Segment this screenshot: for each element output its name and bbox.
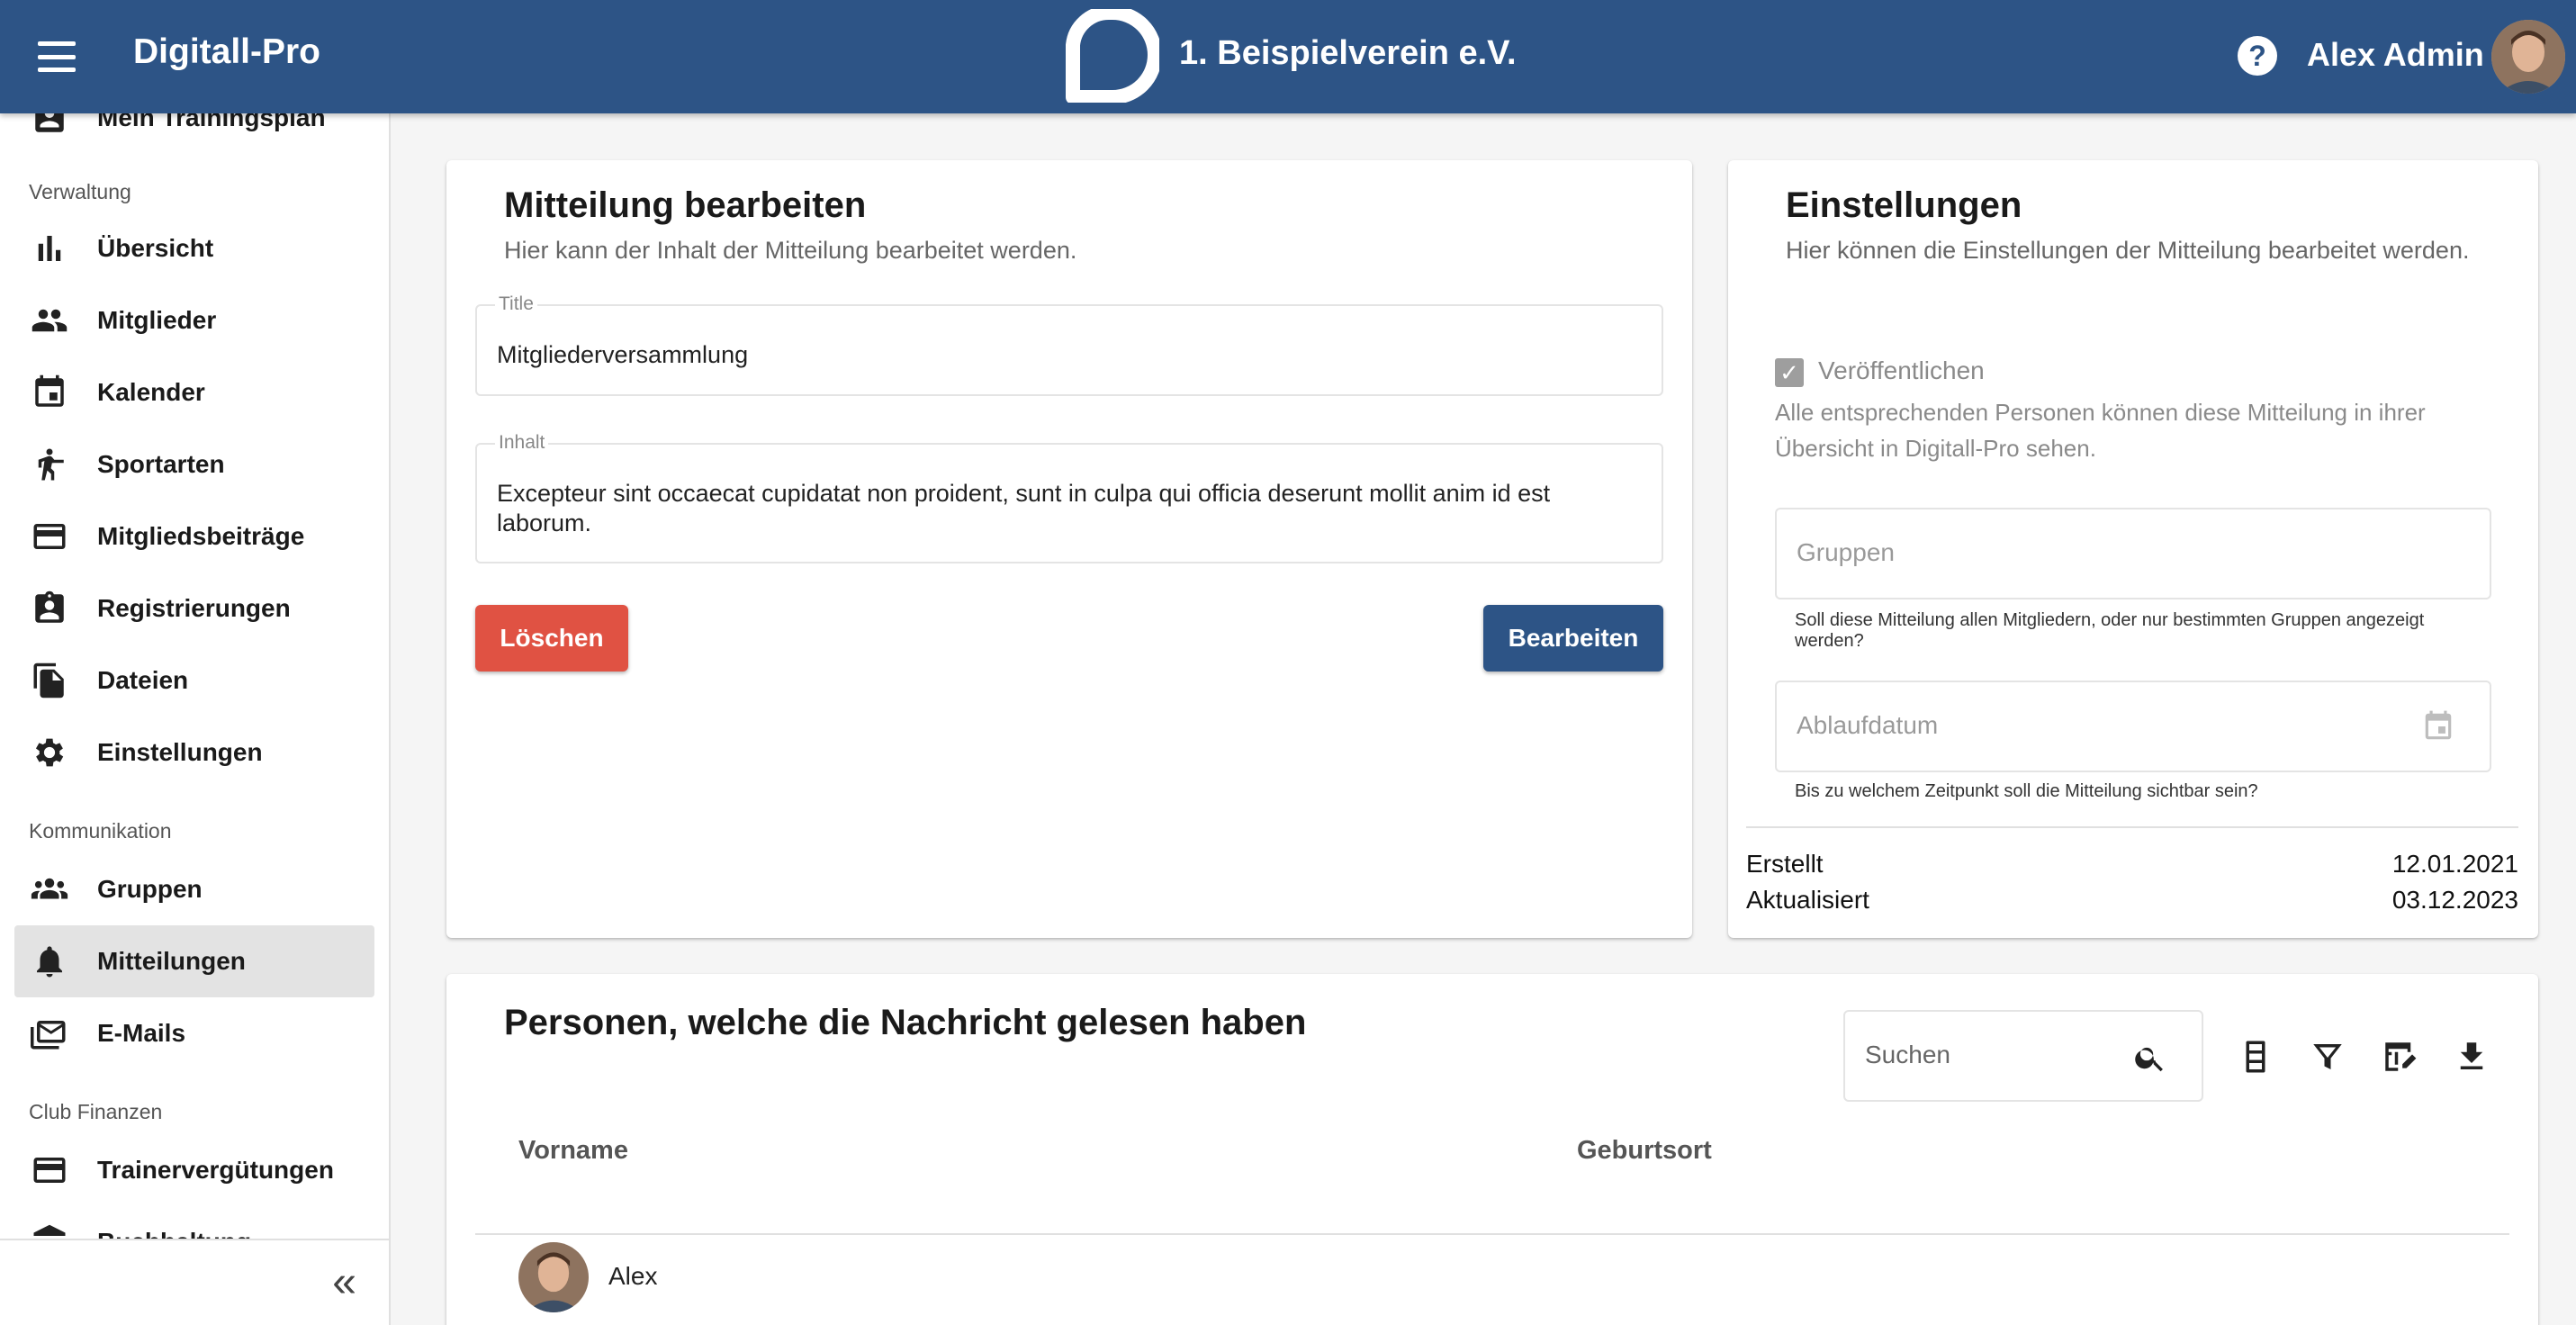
settings-card: Einstellungen Hier können die Einstellun… (1728, 160, 2538, 938)
sidebar-item-dateien[interactable]: Dateien (14, 644, 374, 717)
updated-label: Aktualisiert (1746, 886, 1869, 914)
expiry-date-field[interactable]: Ablaufdatum (1775, 681, 2491, 772)
collapse-sidebar-icon[interactable]: « (332, 1260, 356, 1305)
expiry-helper-text: Bis zu welchem Zeitpunkt soll die Mittei… (1795, 781, 2258, 801)
sidebar-item-einstellungen[interactable]: Einstellungen (14, 717, 374, 789)
updated-value: 03.12.2023 (2391, 886, 2518, 914)
sidebar-item-emails[interactable]: E-Mails (14, 997, 374, 1069)
edit-message-card: Mitteilung bearbeiten Hier kann der Inha… (446, 160, 1692, 938)
sidebar-item-gruppen[interactable]: Gruppen (14, 853, 374, 925)
people-icon (31, 302, 68, 339)
app-bar: Digitall-Pro 1. Beispielverein e.V. ? Al… (0, 0, 2576, 113)
groups-select[interactable]: Gruppen (1775, 508, 2491, 599)
help-icon[interactable]: ? (2238, 36, 2277, 76)
sidebar-item-label: Dateien (97, 666, 189, 694)
sidebar-item-mitglieder[interactable]: Mitglieder (14, 284, 374, 356)
user-avatar[interactable] (2491, 20, 2565, 94)
card-subtitle: Hier kann der Inhalt der Mitteilung bear… (504, 237, 1077, 264)
created-row: Erstellt 12.01.2021 (1746, 850, 2518, 879)
content-field[interactable]: Inhalt Excepteur sint occaecat cupidatat… (475, 432, 1663, 563)
user-name[interactable]: Alex Admin (2307, 36, 2484, 74)
publish-label[interactable]: Veröffentlichen (1818, 356, 1985, 385)
sidebar-item-label: Gruppen (97, 875, 203, 903)
readers-card: Personen, welche die Nachricht gelesen h… (446, 974, 2538, 1325)
groups-helper-text: Soll diese Mitteilung allen Mitgliedern,… (1795, 610, 2425, 651)
calendar-icon (31, 374, 68, 411)
search-field[interactable]: Suchen (1843, 1010, 2203, 1102)
sidebar-item-label: Registrierungen (97, 594, 291, 622)
sidebar-item-uebersicht[interactable]: Übersicht (14, 212, 374, 284)
sidebar-item-label: Mein Trainingsplan (97, 113, 326, 131)
publish-description: Alle entsprechenden Personen können dies… (1775, 399, 2426, 462)
content-textarea[interactable]: Excepteur sint occaecat cupidatat non pr… (497, 479, 1642, 538)
card-title: Einstellungen (1786, 185, 2022, 225)
card-subtitle: Hier können die Einstellungen der Mittei… (1786, 237, 2470, 264)
app-title[interactable]: Digitall-Pro (133, 32, 320, 72)
assignment-ind-icon (31, 590, 68, 627)
column-header-vorname[interactable]: Vorname (518, 1136, 628, 1166)
updated-row: Aktualisiert 03.12.2023 (1746, 886, 2518, 915)
sidebar-item-mitgliedsbeitraege[interactable]: Mitgliedsbeiträge (14, 500, 374, 572)
sidebar-item-label: Übersicht (97, 234, 214, 262)
created-label: Erstellt (1746, 850, 1824, 878)
person-running-icon (31, 446, 68, 483)
expiry-placeholder: Ablaufdatum (1797, 711, 1939, 739)
groups-placeholder: Gruppen (1797, 538, 1895, 566)
table-row[interactable]: Alex (518, 1240, 2499, 1318)
title-input[interactable]: Mitgliederversammlung (497, 340, 748, 370)
card-title: Personen, welche die Nachricht gelesen h… (504, 1003, 1307, 1042)
sidebar-item-kalender[interactable]: Kalender (14, 356, 374, 428)
file-copy-icon (31, 662, 68, 699)
title-field[interactable]: Title Mitgliederversammlung (475, 293, 1663, 396)
calendar-icon[interactable] (2421, 709, 2455, 744)
filter-icon[interactable] (2306, 1035, 2349, 1078)
field-label: Title (495, 293, 537, 315)
avatar (518, 1242, 589, 1312)
sidebar-item-trainingsplan[interactable]: Mein Trainingsplan (14, 113, 374, 149)
search-input[interactable]: Suchen (1865, 1041, 1950, 1069)
card-title: Mitteilung bearbeiten (504, 185, 867, 225)
sidebar-item-label: Mitteilungen (97, 947, 246, 975)
mail-icon (31, 1014, 68, 1052)
download-icon[interactable] (2450, 1035, 2493, 1078)
sidebar-item-mitteilungen[interactable]: Mitteilungen (14, 925, 374, 997)
bell-icon (31, 942, 68, 980)
sidebar-item-label: Einstellungen (97, 738, 263, 766)
table-divider (475, 1233, 2509, 1235)
cell-first-name: Alex (608, 1262, 658, 1290)
sidebar: Mein Trainingsplan Verwaltung Übersicht … (0, 113, 391, 1325)
sidebar-item-registrierungen[interactable]: Registrierungen (14, 572, 374, 644)
publish-checkbox[interactable]: ✓ (1775, 358, 1804, 387)
sidebar-item-trainerverguetungen[interactable]: Trainervergütungen (14, 1134, 374, 1206)
search-icon[interactable] (2133, 1041, 2167, 1075)
sidebar-item-label: Mitgliedsbeiträge (97, 522, 305, 550)
created-value: 12.01.2021 (2391, 850, 2518, 878)
divider (1746, 826, 2518, 828)
sidebar-item-label: Trainervergütungen (97, 1156, 334, 1184)
section-kommunikation: Kommunikation (29, 819, 172, 843)
edit-columns-icon[interactable] (2378, 1035, 2421, 1078)
gear-icon (31, 734, 68, 771)
section-verwaltung: Verwaltung (29, 180, 131, 203)
credit-card-icon (31, 518, 68, 555)
sidebar-item-label: Kalender (97, 378, 205, 406)
column-header-geburtsort[interactable]: Geburtsort (1577, 1136, 1712, 1166)
club-name: 1. Beispielverein e.V. (1179, 34, 1517, 72)
bar-chart-icon (31, 230, 68, 267)
credit-card-icon (31, 1151, 68, 1189)
field-label: Inhalt (495, 432, 549, 454)
sidebar-item-label: E-Mails (97, 1019, 186, 1047)
hamburger-menu-icon[interactable] (34, 36, 79, 77)
edit-button[interactable]: Bearbeiten (1483, 605, 1663, 672)
delete-button[interactable]: Löschen (475, 605, 628, 672)
sidebar-item-label: Mitglieder (97, 306, 217, 334)
section-club-finanzen: Club Finanzen (29, 1100, 163, 1123)
sidebar-footer: « (0, 1239, 389, 1325)
contact-card-icon (31, 113, 68, 137)
sidebar-item-label: Sportarten (97, 450, 225, 478)
groups-icon (31, 870, 68, 908)
density-icon[interactable] (2234, 1035, 2277, 1078)
club-logo-icon (1066, 9, 1159, 103)
sidebar-item-sportarten[interactable]: Sportarten (14, 428, 374, 500)
